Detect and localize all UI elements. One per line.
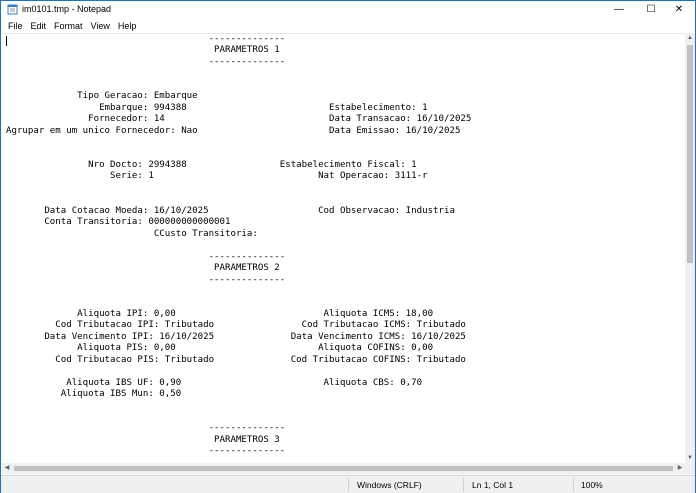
close-button[interactable]: ✕ — [663, 1, 695, 18]
scroll-up-icon[interactable]: ▲ — [685, 33, 695, 43]
cursor-position-status: Ln 1, Col 1 — [472, 480, 514, 490]
horizontal-scrollbar[interactable]: ◀ ▶ — [2, 463, 685, 474]
status-divider — [348, 478, 349, 492]
window-title: im0101.tmp - Notepad — [22, 4, 112, 14]
menu-view[interactable]: View — [87, 21, 114, 31]
status-divider — [573, 478, 574, 492]
line-ending-status: Windows (CRLF) — [357, 480, 422, 490]
scroll-down-icon[interactable]: ▼ — [685, 453, 695, 463]
vertical-scroll-thumb[interactable] — [687, 45, 693, 263]
scroll-left-icon[interactable]: ◀ — [2, 463, 12, 474]
horizontal-scroll-thumb[interactable] — [14, 466, 673, 471]
scrollbar-corner — [685, 463, 695, 474]
text-caret — [6, 36, 7, 46]
scroll-right-icon[interactable]: ▶ — [675, 463, 685, 474]
document-text[interactable]: -------------- PARAMETROS 1 ------------… — [2, 34, 685, 458]
minimize-button[interactable]: — — [603, 1, 635, 18]
status-divider — [463, 478, 464, 492]
notepad-icon — [7, 4, 18, 15]
notepad-window: im0101.tmp - Notepad — ☐ ✕ File Edit For… — [0, 0, 696, 493]
menu-format[interactable]: Format — [50, 21, 87, 31]
zoom-status: 100% — [581, 480, 603, 490]
menu-bar: File Edit Format View Help — [1, 18, 695, 33]
status-bar: Windows (CRLF) Ln 1, Col 1 100% — [1, 475, 695, 493]
title-bar[interactable]: im0101.tmp - Notepad — ☐ ✕ — [1, 1, 695, 18]
menu-edit[interactable]: Edit — [27, 21, 51, 31]
text-editor-area[interactable]: -------------- PARAMETROS 1 ------------… — [2, 33, 685, 463]
menu-file[interactable]: File — [4, 21, 27, 31]
vertical-scrollbar[interactable]: ▲ ▼ — [685, 33, 695, 463]
menu-help[interactable]: Help — [114, 21, 141, 31]
